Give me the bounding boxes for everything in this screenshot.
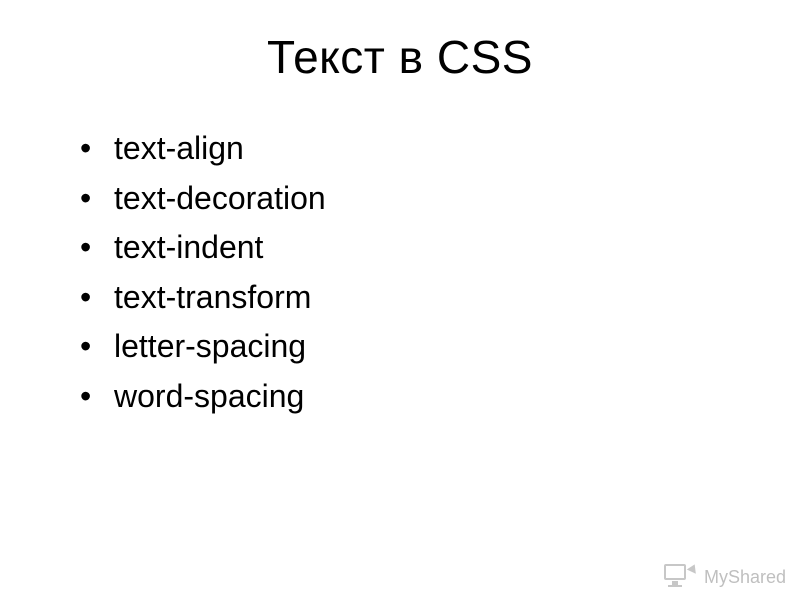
list-item: text-indent bbox=[80, 223, 740, 273]
presentation-share-icon bbox=[662, 564, 696, 590]
slide-title: Текст в CSS bbox=[60, 30, 740, 84]
list-item: letter-spacing bbox=[80, 322, 740, 372]
list-item: text-transform bbox=[80, 273, 740, 323]
watermark-text: MyShared bbox=[704, 567, 786, 588]
list-item: word-spacing bbox=[80, 372, 740, 422]
slide: Текст в CSS text-align text-decoration t… bbox=[0, 0, 800, 600]
list-item: text-decoration bbox=[80, 174, 740, 224]
watermark: MyShared bbox=[662, 564, 786, 590]
bullet-list: text-align text-decoration text-indent t… bbox=[60, 124, 740, 422]
list-item: text-align bbox=[80, 124, 740, 174]
